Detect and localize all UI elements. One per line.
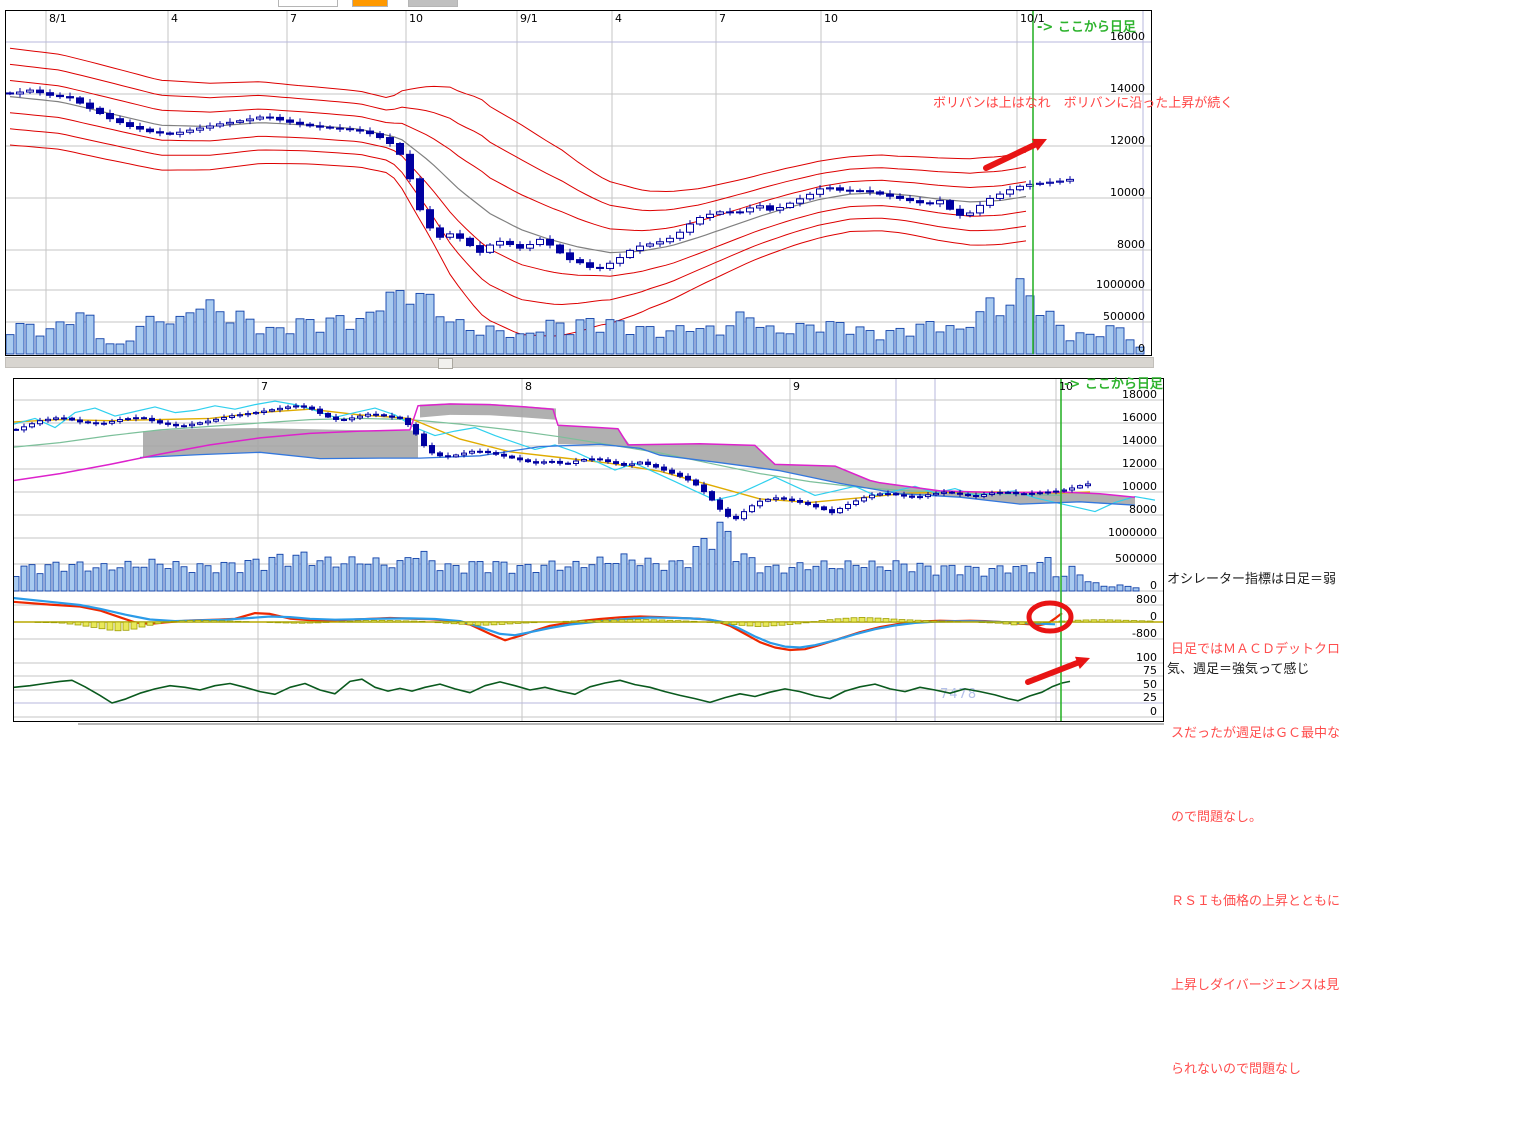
svg-text:0: 0 <box>1150 705 1157 718</box>
svg-text:1000000: 1000000 <box>1096 278 1145 291</box>
rsi-comment-line: ＲＳＩも価格の上昇とともに <box>1171 888 1340 916</box>
svg-text:14000: 14000 <box>1122 434 1157 447</box>
svg-text:10: 10 <box>824 12 838 25</box>
svg-text:7: 7 <box>290 12 297 25</box>
scrollbar-thumb[interactable] <box>438 358 453 369</box>
orange-button-fragment[interactable] <box>352 0 388 7</box>
macd-comment-line: 日足ではＭＡＣＤデットクロ <box>1171 636 1340 664</box>
svg-text:0: 0 <box>1150 610 1157 623</box>
stock-chart-workspace: 160001400012000100008000100000050000008/… <box>0 0 1524 782</box>
panel-bottom-shadow <box>78 723 1164 725</box>
svg-text:16000: 16000 <box>1122 411 1157 424</box>
chart-horizontal-scrollbar[interactable] <box>5 357 1154 368</box>
upper-bollinger-price-chart[interactable]: 160001400012000100008000100000050000008/… <box>5 10 1152 356</box>
svg-text:25: 25 <box>1143 691 1157 704</box>
svg-text:0: 0 <box>1150 579 1157 592</box>
svg-text:4: 4 <box>615 12 622 25</box>
svg-text:9/1: 9/1 <box>520 12 538 25</box>
macd-comment-line: スだったが週足はＧＣ最中な <box>1171 720 1340 748</box>
svg-text:4: 4 <box>171 12 178 25</box>
svg-text:10: 10 <box>409 12 423 25</box>
lower-ichimoku-oscillator-chart[interactable]: 7478180001600014000120001000080001000000… <box>13 378 1164 722</box>
svg-text:8000: 8000 <box>1117 238 1145 251</box>
svg-text:9: 9 <box>793 380 800 393</box>
svg-text:10000: 10000 <box>1122 480 1157 493</box>
chart-canvas: 7478180001600014000120001000080001000000… <box>13 378 1164 722</box>
macd-comment-line: ので問題なし。 <box>1171 804 1340 832</box>
stock-code-watermark: 7478 <box>940 687 977 702</box>
svg-text:800: 800 <box>1136 593 1157 606</box>
svg-text:8000: 8000 <box>1129 503 1157 516</box>
rsi-comment-line: 上昇しダイバージェンスは見 <box>1171 972 1340 1000</box>
daily-start-note-bottom: -> ここから日足 <box>1064 378 1163 391</box>
svg-text:-800: -800 <box>1132 627 1157 640</box>
macd-rsi-comment: 日足ではＭＡＣＤデットクロ スだったが週足はＧＣ最中な ので問題なし。 ＲＳＩも… <box>1171 580 1340 1140</box>
bollinger-annotation-text: ボリバンは上はなれ ボリバンに沿った上昇が続く <box>933 97 1233 110</box>
svg-text:0: 0 <box>1138 342 1145 355</box>
svg-text:7: 7 <box>261 380 268 393</box>
svg-text:1000000: 1000000 <box>1108 526 1157 539</box>
svg-text:75: 75 <box>1143 664 1157 677</box>
svg-text:500000: 500000 <box>1103 310 1145 323</box>
svg-text:12000: 12000 <box>1110 134 1145 147</box>
svg-text:12000: 12000 <box>1122 457 1157 470</box>
svg-text:7: 7 <box>719 12 726 25</box>
chart-canvas: 160001400012000100008000100000050000008/… <box>5 10 1152 356</box>
svg-text:500000: 500000 <box>1115 552 1157 565</box>
white-button-fragment[interactable] <box>278 0 338 7</box>
daily-start-note-top: -> ここから日足 <box>1037 21 1136 34</box>
svg-text:10000: 10000 <box>1110 186 1145 199</box>
svg-text:8: 8 <box>525 380 532 393</box>
svg-text:8/1: 8/1 <box>49 12 67 25</box>
svg-text:50: 50 <box>1143 678 1157 691</box>
gray-button-fragment[interactable] <box>408 0 458 7</box>
svg-text:14000: 14000 <box>1110 82 1145 95</box>
rsi-comment-line: られないので問題なし <box>1171 1056 1340 1084</box>
svg-text:100: 100 <box>1136 651 1157 664</box>
